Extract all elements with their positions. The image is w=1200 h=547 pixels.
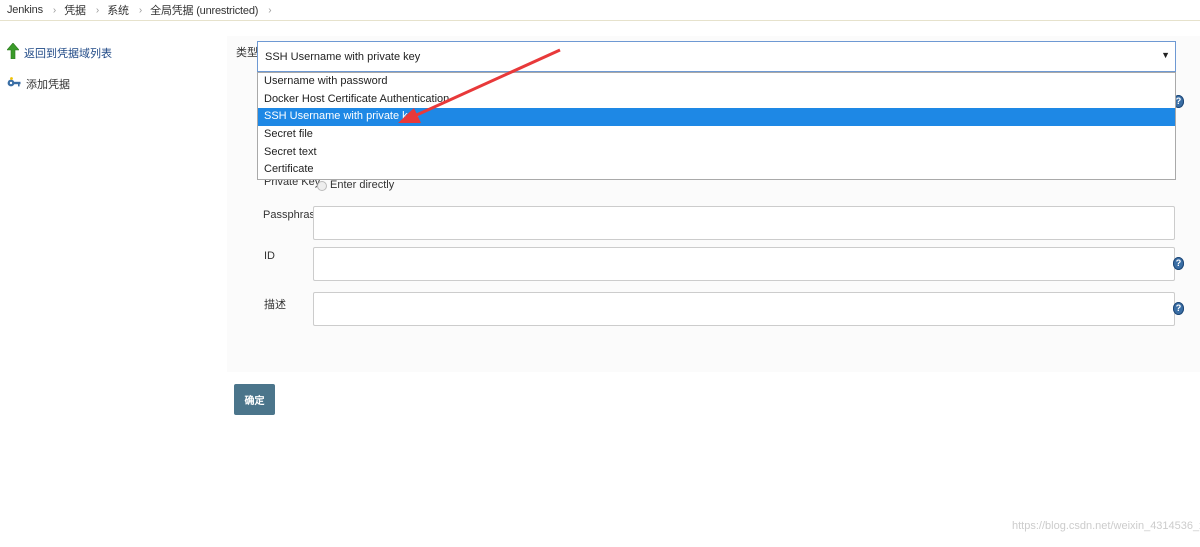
annotation-arrow	[398, 48, 561, 123]
watermark: https://blog.csdn.net/weixin_4314536_xin	[1012, 520, 1200, 532]
